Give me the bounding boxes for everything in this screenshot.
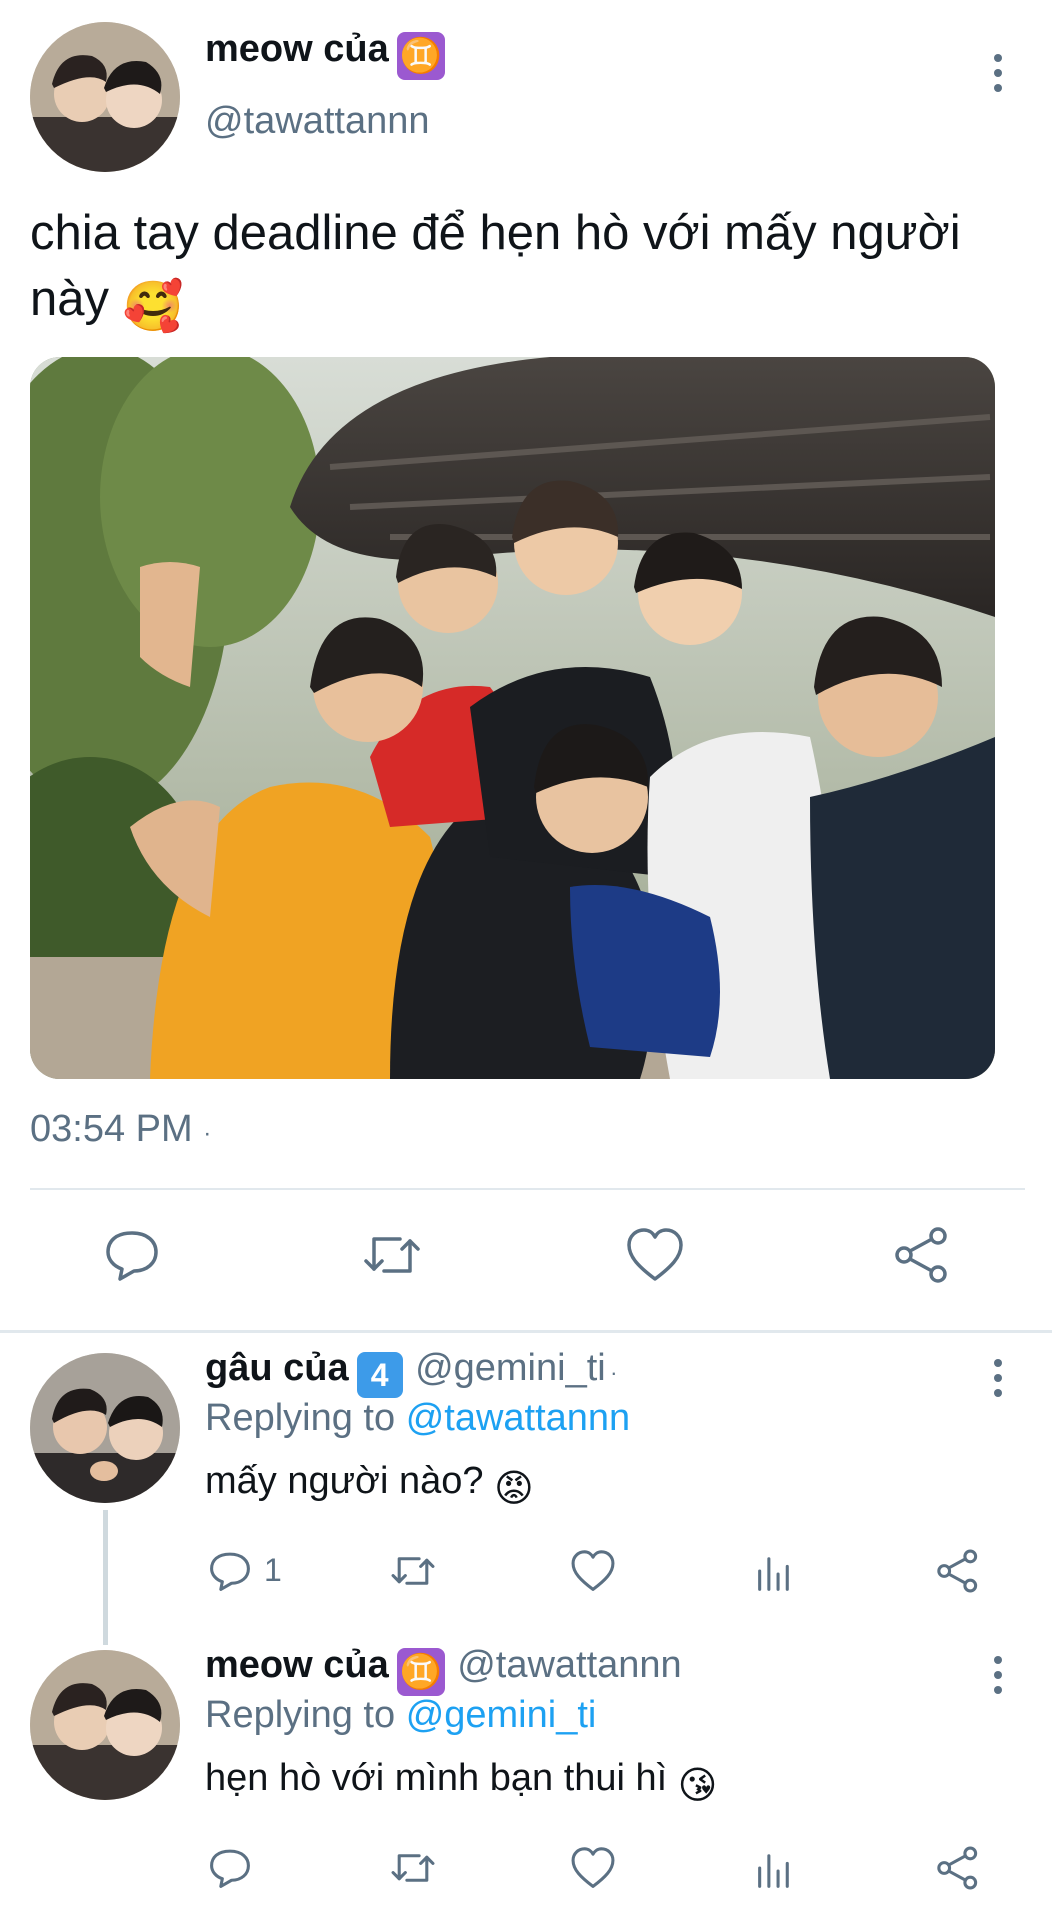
divider [30, 1188, 1025, 1190]
share-icon[interactable] [935, 1548, 981, 1594]
tweet-text: chia tay deadline để hẹn hò với mấy ngườ… [30, 200, 1020, 340]
avatar-image [30, 1353, 180, 1503]
angry-face-emoji: 😡 [494, 1468, 534, 1510]
stats-icon[interactable] [752, 1845, 798, 1891]
keycap-badge: 4 [356, 1352, 403, 1398]
avatar[interactable] [30, 1353, 180, 1503]
reply-count: 1 [264, 1552, 282, 1588]
user-handle[interactable]: @tawattannn [205, 100, 430, 143]
face-blowing-kiss-emoji: 😘 [677, 1765, 718, 1807]
group-photo-image [30, 357, 995, 1079]
stats-icon[interactable] [752, 1548, 798, 1594]
avatar[interactable] [30, 1650, 180, 1800]
user-handle[interactable]: @tawattannn [457, 1644, 682, 1686]
mention-link[interactable]: @tawattannn [406, 1397, 631, 1439]
heart-icon[interactable] [625, 1225, 685, 1285]
main-tweet: meow của ♊ @tawattannn chia tay deadline … [0, 0, 1052, 1330]
heart-icon[interactable] [570, 1548, 616, 1594]
reply-tweet[interactable]: meow của ♊ @tawattannn Replying to @gemin… [0, 1630, 1052, 1920]
share-icon[interactable] [892, 1225, 952, 1285]
reply-actions: 1 [0, 1548, 1052, 1608]
reply-text: mấy người nào? 😡 [205, 1460, 534, 1510]
retweet-icon[interactable] [362, 1225, 422, 1285]
reply-tweet[interactable]: gâu của 4 @gemini_ti · Replying to @tawat… [0, 1333, 1052, 1633]
display-name[interactable]: meow của ♊ [205, 28, 445, 80]
retweet-icon[interactable] [390, 1845, 436, 1891]
smiling-face-with-hearts-emoji: 🥰 [122, 280, 184, 334]
retweet-icon[interactable] [390, 1548, 436, 1594]
mention-link[interactable]: @gemini_ti [406, 1694, 597, 1736]
tweet-photo[interactable] [30, 357, 995, 1079]
tweet-actions [0, 1225, 1052, 1295]
user-handle[interactable]: @gemini_ti [415, 1347, 606, 1389]
reply-icon[interactable] [207, 1845, 253, 1891]
reply-icon[interactable] [207, 1548, 253, 1594]
display-name[interactable]: meow của [205, 1644, 389, 1686]
thread-connector-line [103, 1510, 108, 1645]
replying-to: Replying to @tawattannn [205, 1397, 631, 1439]
avatar-image [30, 22, 180, 172]
more-icon[interactable] [978, 1353, 1018, 1403]
reply-actions [0, 1845, 1052, 1905]
more-icon[interactable] [978, 1650, 1018, 1700]
reply-header: gâu của 4 @gemini_ti · [205, 1347, 618, 1398]
zodiac-badge: ♊ [396, 1648, 445, 1696]
share-icon[interactable] [935, 1845, 981, 1891]
zodiac-badge: ♊ [396, 32, 445, 80]
display-name[interactable]: gâu của [205, 1347, 349, 1389]
replying-to: Replying to @gemini_ti [205, 1694, 597, 1736]
tweet-timestamp[interactable]: 03:54 PM · [30, 1108, 211, 1151]
reply-header: meow của ♊ @tawattannn [205, 1644, 682, 1696]
reply-icon[interactable] [102, 1225, 162, 1285]
more-icon[interactable] [978, 48, 1018, 98]
reply-text: hẹn hò với mình bạn thui hì 😘 [205, 1757, 718, 1807]
avatar[interactable] [30, 22, 180, 172]
heart-icon[interactable] [570, 1845, 616, 1891]
avatar-image [30, 1650, 180, 1800]
